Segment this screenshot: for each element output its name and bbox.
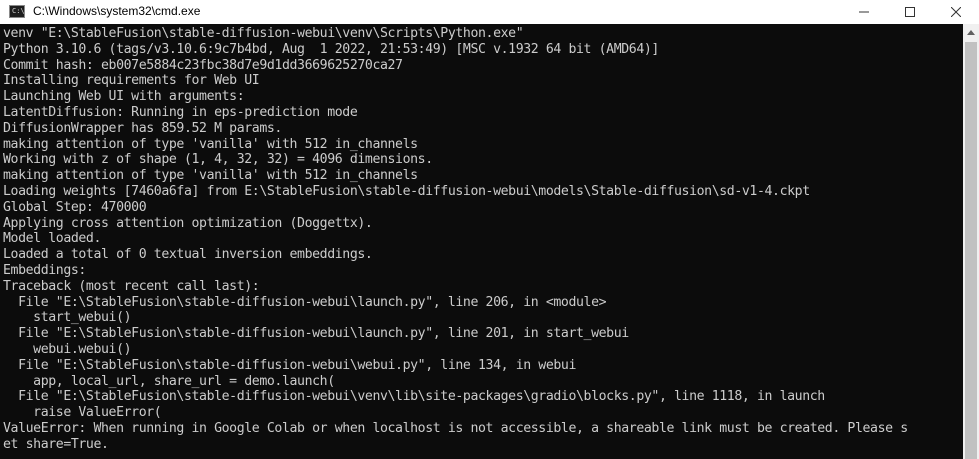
cmd-window: C:\ C:\Windows\system32\cmd.exe venv "E:… xyxy=(0,0,979,459)
title-bar[interactable]: C:\ C:\Windows\system32\cmd.exe xyxy=(0,0,979,24)
close-button[interactable] xyxy=(933,0,979,24)
console-line: Loaded a total of 0 textual inversion em… xyxy=(3,247,373,263)
console-line: File "E:\StableFusion\stable-diffusion-w… xyxy=(3,294,607,310)
console-line: raise ValueError( xyxy=(3,405,162,421)
console-line: LatentDiffusion: Running in eps-predicti… xyxy=(3,104,358,120)
console-line: et share=True. xyxy=(3,436,109,452)
console-line: Installing requirements for Web UI xyxy=(3,73,260,89)
maximize-button[interactable] xyxy=(887,0,933,24)
minimize-button[interactable] xyxy=(841,0,887,24)
console-line: app, local_url, share_url = demo.launch( xyxy=(3,373,335,389)
console-line: Loading weights [7460a6fa] from E:\Stabl… xyxy=(3,183,810,199)
console-line: Applying cross attention optimization (D… xyxy=(3,215,373,231)
console-line: File "E:\StableFusion\stable-diffusion-w… xyxy=(3,357,577,373)
console-line: Global Step: 470000 xyxy=(3,199,147,215)
console-line: start_webui() xyxy=(3,310,132,326)
console-text: venv "E:\StableFusion\stable-diffusion-w… xyxy=(0,24,963,453)
maximize-icon xyxy=(905,7,915,17)
minimize-icon xyxy=(859,11,869,13)
window-title: C:\Windows\system32\cmd.exe xyxy=(33,4,201,18)
console-line: Embeddings: xyxy=(3,262,86,278)
cmd-app-icon-glyph: C:\ xyxy=(12,7,25,15)
console-line: Python 3.10.6 (tags/v3.10.6:9c7b4bd, Aug… xyxy=(3,41,659,57)
scrollbar-thumb[interactable] xyxy=(965,42,977,459)
console-line: Launching Web UI with arguments: xyxy=(3,89,245,105)
scroll-up-button[interactable] xyxy=(963,24,979,40)
cmd-app-icon[interactable]: C:\ xyxy=(9,5,25,18)
console-line: File "E:\StableFusion\stable-diffusion-w… xyxy=(3,389,825,405)
console-output[interactable]: venv "E:\StableFusion\stable-diffusion-w… xyxy=(0,24,963,459)
window-controls xyxy=(841,0,979,24)
console-line: Traceback (most recent call last): xyxy=(3,278,260,294)
chevron-up-icon xyxy=(967,29,975,35)
console-line: File "E:\StableFusion\stable-diffusion-w… xyxy=(3,326,629,342)
console-line: venv "E:\StableFusion\stable-diffusion-w… xyxy=(3,26,524,41)
console-line: Working with z of shape (1, 4, 32, 32) =… xyxy=(3,152,433,168)
console-line: making attention of type 'vanilla' with … xyxy=(3,136,418,152)
console-line: making attention of type 'vanilla' with … xyxy=(3,168,418,184)
console-line: Model loaded. xyxy=(3,231,102,247)
vertical-scrollbar[interactable] xyxy=(963,24,979,459)
console-line: DiffusionWrapper has 859.52 M params. xyxy=(3,120,282,136)
close-icon xyxy=(951,7,961,17)
console-line: webui.webui() xyxy=(3,341,132,357)
console-line: ValueError: When running in Google Colab… xyxy=(3,420,908,436)
console-line: Commit hash: eb007e5884c23fbc38d7e9d1dd3… xyxy=(3,57,403,73)
